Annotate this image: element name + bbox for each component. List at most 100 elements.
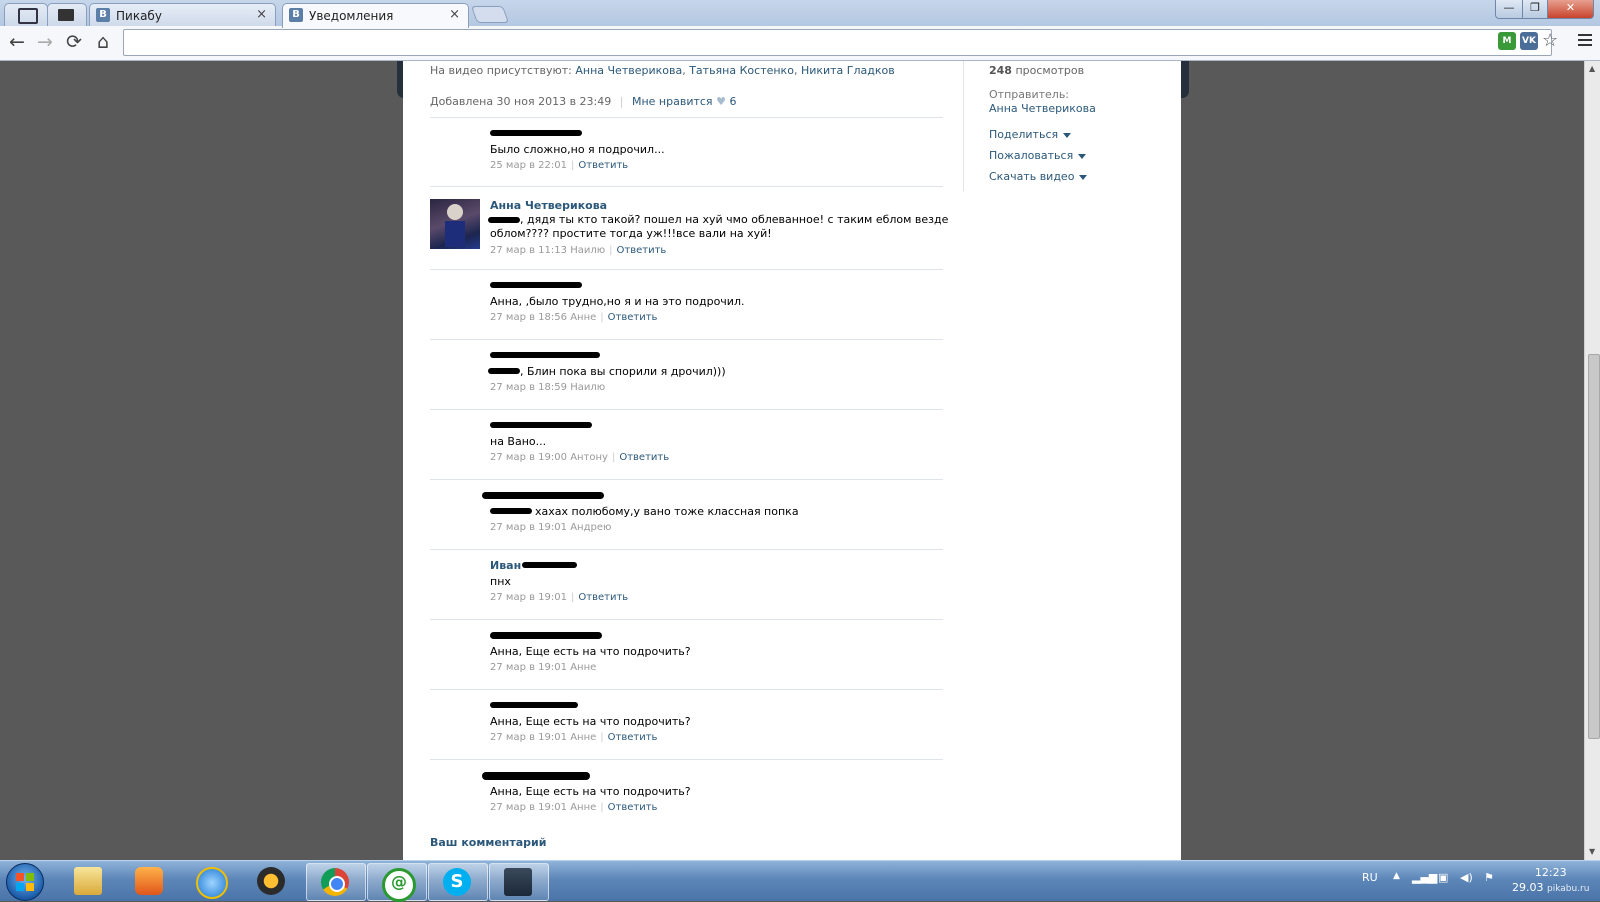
tab-notifications[interactable]: В Уведомления ×: [282, 3, 469, 28]
comment-meta: 27 мар в 19:01 Анне: [490, 662, 596, 673]
share-button[interactable]: Поделиться: [989, 128, 1072, 141]
internet-explorer-icon[interactable]: [182, 863, 240, 899]
comment-author[interactable]: Иван: [490, 559, 521, 572]
clock-time: 12:23: [1534, 866, 1567, 879]
home-button[interactable]: ⌂: [92, 31, 114, 53]
comment-meta: 27 мар в 18:59 Наилю: [490, 382, 605, 393]
person-link[interactable]: Татьяна Костенко: [689, 64, 794, 77]
comment-meta: 25 мар в 22:01 | Ответить: [490, 160, 629, 171]
reply-button[interactable]: Ответить: [578, 592, 628, 603]
start-button[interactable]: [6, 863, 44, 901]
reply-button[interactable]: Ответить: [578, 160, 628, 171]
tab-close-icon[interactable]: ×: [256, 7, 267, 22]
vk-extension-icon[interactable]: VK: [1520, 32, 1538, 50]
reply-button[interactable]: Ответить: [617, 245, 667, 256]
windows-explorer-icon[interactable]: [60, 863, 118, 899]
action-center-flag-icon[interactable]: ⚑: [1484, 871, 1494, 884]
forward-button[interactable]: →: [34, 31, 56, 53]
comment-text-continued: облом???? простите тогда уж!!!все вали н…: [490, 227, 772, 240]
reply-to: Наилю: [570, 245, 606, 256]
comment-date: 27 мар в 19:01: [490, 662, 567, 673]
restore-button[interactable]: ❐: [1522, 0, 1548, 19]
clapperboard-icon: [58, 9, 74, 21]
comment-meta: 27 мар в 19:00 Антону | Ответить: [490, 452, 670, 463]
divider: [430, 689, 943, 690]
like-count: 6: [729, 95, 737, 108]
steam-icon[interactable]: [489, 863, 549, 901]
reply-button[interactable]: Ответить: [608, 732, 658, 743]
comment-text: пнх: [490, 575, 511, 588]
vk-favicon-icon: В: [96, 8, 110, 22]
divider: [430, 409, 943, 410]
aimp-icon[interactable]: [243, 863, 301, 899]
comment-date: 27 мар в 19:00: [490, 452, 567, 463]
language-indicator[interactable]: RU: [1362, 871, 1378, 884]
pinned-tab-tv[interactable]: [4, 3, 48, 26]
comment-date: 27 мар в 19:01: [490, 592, 567, 603]
mail-agent-icon[interactable]: @: [367, 863, 427, 902]
tab-close-icon[interactable]: ×: [449, 7, 460, 22]
divider: [430, 479, 943, 480]
download-video-button[interactable]: Скачать видео: [989, 170, 1088, 183]
views-count: 248: [989, 64, 1012, 77]
divider: [430, 269, 943, 270]
comment-date: 27 мар в 19:01: [490, 732, 567, 743]
divider: [430, 549, 943, 550]
bookmark-star-icon[interactable]: ☆: [1542, 30, 1558, 51]
added-line: Добавлена 30 ноя 2013 в 23:49 | Мне нрав…: [430, 95, 737, 108]
comment-text: Анна, ,было трудно,но я и на это подрочи…: [490, 295, 745, 308]
video-info-panel: На видео присутствуют: Анна Четверикова,…: [403, 61, 1181, 860]
power-icon[interactable]: ▣: [1438, 871, 1448, 884]
avatar[interactable]: [430, 199, 480, 249]
redaction-scribble: [482, 492, 604, 499]
comment-meta: 27 мар в 18:56 Анне | Ответить: [490, 312, 658, 323]
report-button[interactable]: Пожаловаться: [989, 149, 1087, 162]
minimize-button[interactable]: —: [1495, 0, 1523, 19]
menu-icon[interactable]: [1578, 34, 1592, 49]
sender-label: Отправитель:: [989, 88, 1070, 101]
address-bar[interactable]: [123, 29, 1552, 56]
browser-toolbar: ← → ⟳ ⌂ M VK ☆: [0, 26, 1600, 61]
ext-shield-icon[interactable]: M: [1498, 32, 1516, 50]
close-window-button[interactable]: ✕: [1547, 0, 1594, 19]
download-label: Скачать видео: [989, 170, 1075, 183]
media-player-icon[interactable]: [121, 863, 179, 899]
network-icon[interactable]: ▂▄▆: [1412, 871, 1437, 884]
like-button[interactable]: Мне нравится: [632, 95, 713, 108]
person-link[interactable]: Никита Гладков: [801, 64, 895, 77]
back-button[interactable]: ←: [6, 31, 28, 53]
reply-button[interactable]: Ответить: [608, 802, 658, 813]
windows-taskbar: @ S RU ▲ ▂▄▆ ▣ ◀) ⚑ 12:23 29.03 pikabu.r…: [0, 860, 1600, 902]
comment-text: Анна, Еще есть на что подрочить?: [490, 785, 691, 798]
sender-link[interactable]: Анна Четверикова: [989, 102, 1096, 115]
comment-text: , дядя ты кто такой? пошел на хуй чмо об…: [520, 213, 949, 226]
new-tab-button[interactable]: [470, 6, 510, 23]
reply-to: Анне: [570, 732, 597, 743]
pinned-tab-video[interactable]: [47, 3, 87, 26]
divider: [430, 619, 943, 620]
tab-pikabu[interactable]: В Пикабу ×: [89, 3, 276, 26]
redaction-scribble: [490, 282, 582, 288]
volume-icon[interactable]: ◀): [1460, 871, 1473, 884]
person-link[interactable]: Анна Четверикова: [575, 64, 682, 77]
reload-button[interactable]: ⟳: [63, 31, 85, 53]
skype-icon[interactable]: S: [428, 863, 488, 901]
system-clock[interactable]: 12:23 29.03 pikabu.ru: [1512, 865, 1589, 897]
comment-date: 27 мар в 19:01: [490, 522, 567, 533]
redaction-scribble: [490, 352, 600, 358]
redaction-scribble: [488, 217, 520, 223]
scroll-down-arrow-icon[interactable]: ▼: [1589, 847, 1595, 856]
browser-titlebar: В Пикабу × В Уведомления × — ❐ ✕: [0, 0, 1600, 28]
scrollbar-thumb[interactable]: [1588, 354, 1600, 739]
comment-author[interactable]: Анна Четверикова: [490, 199, 607, 212]
divider: [430, 339, 943, 340]
chrome-icon[interactable]: [306, 863, 366, 901]
reply-to: Андрею: [570, 522, 612, 533]
presence-line: На видео присутствуют: Анна Четверикова,…: [430, 64, 895, 77]
reply-button[interactable]: Ответить: [619, 452, 669, 463]
page-scrollbar[interactable]: ▲ ▼: [1584, 61, 1600, 860]
scroll-up-arrow-icon[interactable]: ▲: [1589, 64, 1595, 73]
show-hidden-icons-icon[interactable]: ▲: [1393, 871, 1400, 881]
comment-text: Анна, Еще есть на что подрочить?: [490, 645, 691, 658]
reply-button[interactable]: Ответить: [608, 312, 658, 323]
